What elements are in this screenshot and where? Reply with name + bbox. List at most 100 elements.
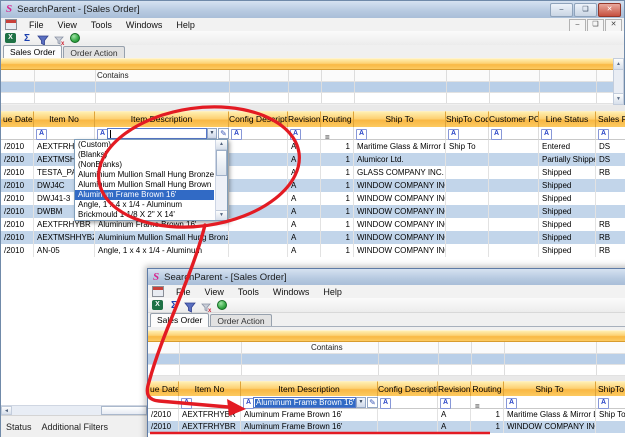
grid-cell[interactable] [229, 205, 288, 218]
grid-cell[interactable] [596, 179, 625, 192]
minimize-button[interactable]: – [550, 3, 573, 17]
grid-cell[interactable]: RB [596, 244, 625, 257]
grid-cell[interactable]: WINDOW COMPANY INC. [354, 179, 446, 192]
filter-cell[interactable] [1, 127, 34, 140]
globe-icon[interactable] [216, 300, 228, 311]
grid-cell[interactable]: 1 [321, 153, 354, 166]
criteria-vertical-scrollbar[interactable]: ▲ ▼ [613, 58, 624, 105]
grid-cell[interactable]: AEXTMSHHYBZ [34, 231, 95, 244]
grid-cell[interactable]: 1 [321, 218, 354, 231]
grid-cell[interactable]: GLASS COMPANY INC. [354, 166, 446, 179]
grid-cell[interactable] [446, 231, 489, 244]
column-header-item-description[interactable]: Item Description [95, 111, 229, 127]
excel-export-icon[interactable]: X [5, 33, 17, 44]
tab-order-action[interactable]: Order Action [210, 314, 271, 326]
column-header-shipto-code[interactable]: ShipTo Code [446, 111, 489, 127]
column-header-revision[interactable]: Revision [438, 381, 471, 396]
grid-cell[interactable] [229, 231, 288, 244]
menu-windows[interactable]: Windows [119, 19, 170, 31]
grid-cell[interactable]: WINDOW COMPANY INC. [354, 231, 446, 244]
menu-windows[interactable]: Windows [266, 286, 317, 298]
clear-filter-icon[interactable]: x [200, 300, 212, 311]
grid-cell[interactable]: WINDOW COMPANY INC. [354, 205, 446, 218]
column-header-config-description[interactable]: Config Description [229, 111, 288, 127]
dropdown-arrow-button[interactable]: ▼ [207, 128, 217, 139]
grid-cell[interactable] [489, 179, 539, 192]
grid-cell[interactable] [229, 166, 288, 179]
menu-tools[interactable]: Tools [231, 286, 266, 298]
grid-cell[interactable] [596, 421, 625, 433]
column-header-sales-r[interactable]: Sales R [596, 111, 625, 127]
grid-cell[interactable]: AEXTFRHYBR [179, 409, 241, 421]
grid-cell[interactable]: /2010 [1, 218, 34, 231]
column-header-config-description[interactable]: Config Description [378, 381, 438, 396]
grid-cell[interactable]: Ship To [446, 140, 489, 153]
grid-cell[interactable]: 1 [321, 244, 354, 257]
grid-cell[interactable]: Shipped [539, 218, 596, 231]
column-header-revision[interactable]: Revision [288, 111, 321, 127]
text-filter-icon[interactable]: A [36, 129, 47, 140]
grid-cell[interactable]: 1 [321, 166, 354, 179]
grid-cell[interactable] [229, 153, 288, 166]
filter-cell[interactable]: = [321, 127, 354, 140]
close-button[interactable]: ✕ [598, 3, 621, 17]
filter-cell[interactable]: A [504, 396, 596, 409]
grid-row[interactable]: /2010AEXTFRHYBRAluminum Frame Brown 16'A… [148, 409, 625, 421]
dropdown-item[interactable]: Aluminum Frame Brown 16' [75, 190, 214, 200]
grid-cell[interactable]: WINDOW COMPANY INC. [354, 218, 446, 231]
menu-view[interactable]: View [51, 19, 84, 31]
filter-cell[interactable]: A [288, 127, 321, 140]
dropdown-arrow-button[interactable]: ▼ [356, 397, 366, 408]
scroll-down-icon[interactable]: ▼ [216, 210, 227, 220]
scroll-down-icon[interactable]: ▼ [614, 93, 623, 104]
column-header-item-description[interactable]: Item Description [241, 381, 378, 396]
grid-cell[interactable]: /2010 [1, 244, 34, 257]
restore-button[interactable]: ❑ [574, 3, 597, 17]
column-header-routing[interactable]: Routing [471, 381, 504, 396]
text-filter-icon[interactable]: A [598, 129, 609, 140]
text-filter-icon[interactable]: A [181, 398, 192, 409]
column-header-line-status[interactable]: Line Status [539, 111, 596, 127]
grid-cell[interactable] [489, 244, 539, 257]
grid-cell[interactable]: A [288, 140, 321, 153]
filter-cell[interactable]: AAluminum Frame Brown 16'▼✎ [241, 396, 378, 409]
grid-cell[interactable]: A [288, 166, 321, 179]
grid-cell[interactable]: A [438, 421, 471, 433]
grid-cell[interactable]: Shipped [539, 192, 596, 205]
criteria-row-contains[interactable]: Contains [148, 342, 625, 354]
grid-cell[interactable] [446, 192, 489, 205]
grid-cell[interactable]: A [288, 231, 321, 244]
filter-cell[interactable]: A [596, 127, 625, 140]
grid-cell[interactable]: A [288, 153, 321, 166]
grid-cell[interactable]: 1 [321, 192, 354, 205]
text-filter-icon[interactable]: A [231, 129, 242, 140]
filter-cell[interactable]: A [438, 396, 471, 409]
grid-cell[interactable]: Shipped [539, 205, 596, 218]
grid-cell[interactable]: 1 [321, 140, 354, 153]
dropdown-item[interactable]: (NonBlanks) [75, 160, 214, 170]
grid-cell[interactable]: Angle, 1 x 4 x 1/4 - Aluminum [95, 244, 229, 257]
sum-sigma-icon[interactable]: Σ [21, 33, 33, 44]
text-filter-icon[interactable]: A [290, 129, 301, 140]
column-header-routing[interactable]: Routing [321, 111, 354, 127]
text-filter-icon[interactable]: A [380, 398, 391, 409]
column-header-ue-date[interactable]: ue Date [1, 111, 34, 127]
grid-cell[interactable]: /2010 [1, 140, 34, 153]
column-header-customer-po[interactable]: Customer PO [489, 111, 539, 127]
column-header-item-no[interactable]: Item No [179, 381, 241, 396]
grid-cell[interactable] [446, 153, 489, 166]
grid-cell[interactable]: /2010 [1, 153, 34, 166]
grid-cell[interactable]: Shipped [539, 244, 596, 257]
scrollbar-thumb[interactable] [101, 406, 147, 415]
menu-view[interactable]: View [198, 286, 231, 298]
grid-cell[interactable]: A [288, 218, 321, 231]
grid-cell[interactable]: 1 [321, 205, 354, 218]
grid-cell[interactable]: /2010 [1, 179, 34, 192]
grid-cell[interactable]: DS [596, 140, 625, 153]
grid-cell[interactable] [446, 218, 489, 231]
scroll-left-icon[interactable]: ◄ [1, 406, 12, 415]
scroll-up-icon[interactable]: ▲ [216, 140, 227, 150]
text-filter-icon[interactable]: A [356, 129, 367, 140]
grid-cell[interactable]: /2010 [1, 205, 34, 218]
tab-order-action[interactable]: Order Action [63, 46, 124, 58]
